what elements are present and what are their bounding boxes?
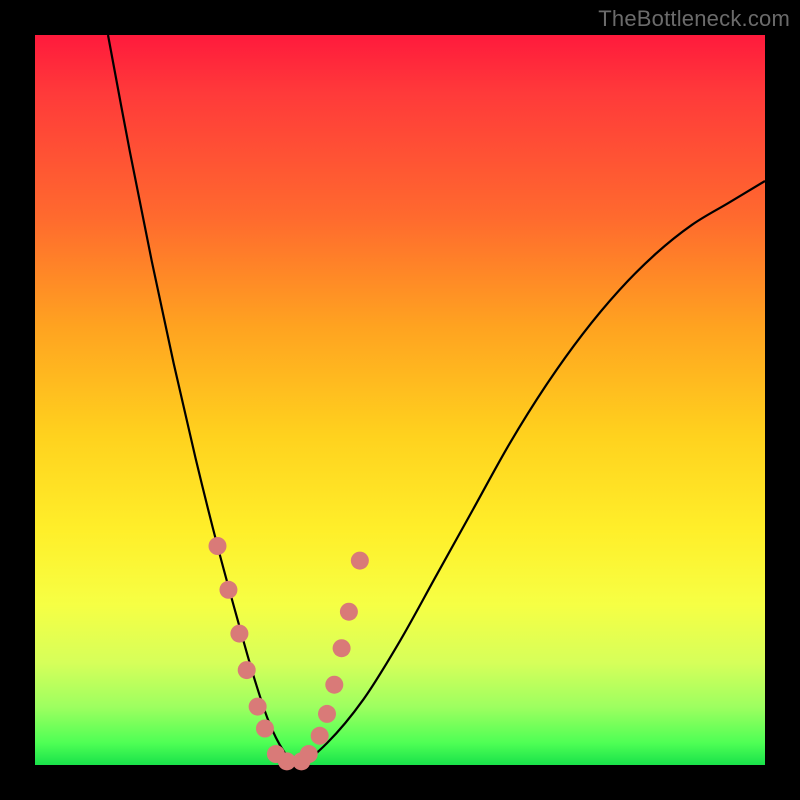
highlight-dot [230,625,248,643]
highlight-dot [238,661,256,679]
highlight-dot [311,727,329,745]
curve-layer [35,35,765,765]
highlight-dot [318,705,336,723]
bottleneck-curve [108,35,765,765]
highlight-dot [340,603,358,621]
highlight-dot [351,552,369,570]
highlight-dot [249,698,267,716]
highlight-dots [209,537,369,770]
highlight-dot [256,720,274,738]
highlight-dot [300,745,318,763]
highlight-dot [325,676,343,694]
chart-frame: TheBottleneck.com [0,0,800,800]
watermark-text: TheBottleneck.com [598,6,790,32]
highlight-dot [209,537,227,555]
highlight-dot [333,639,351,657]
highlight-dot [219,581,237,599]
plot-area [35,35,765,765]
